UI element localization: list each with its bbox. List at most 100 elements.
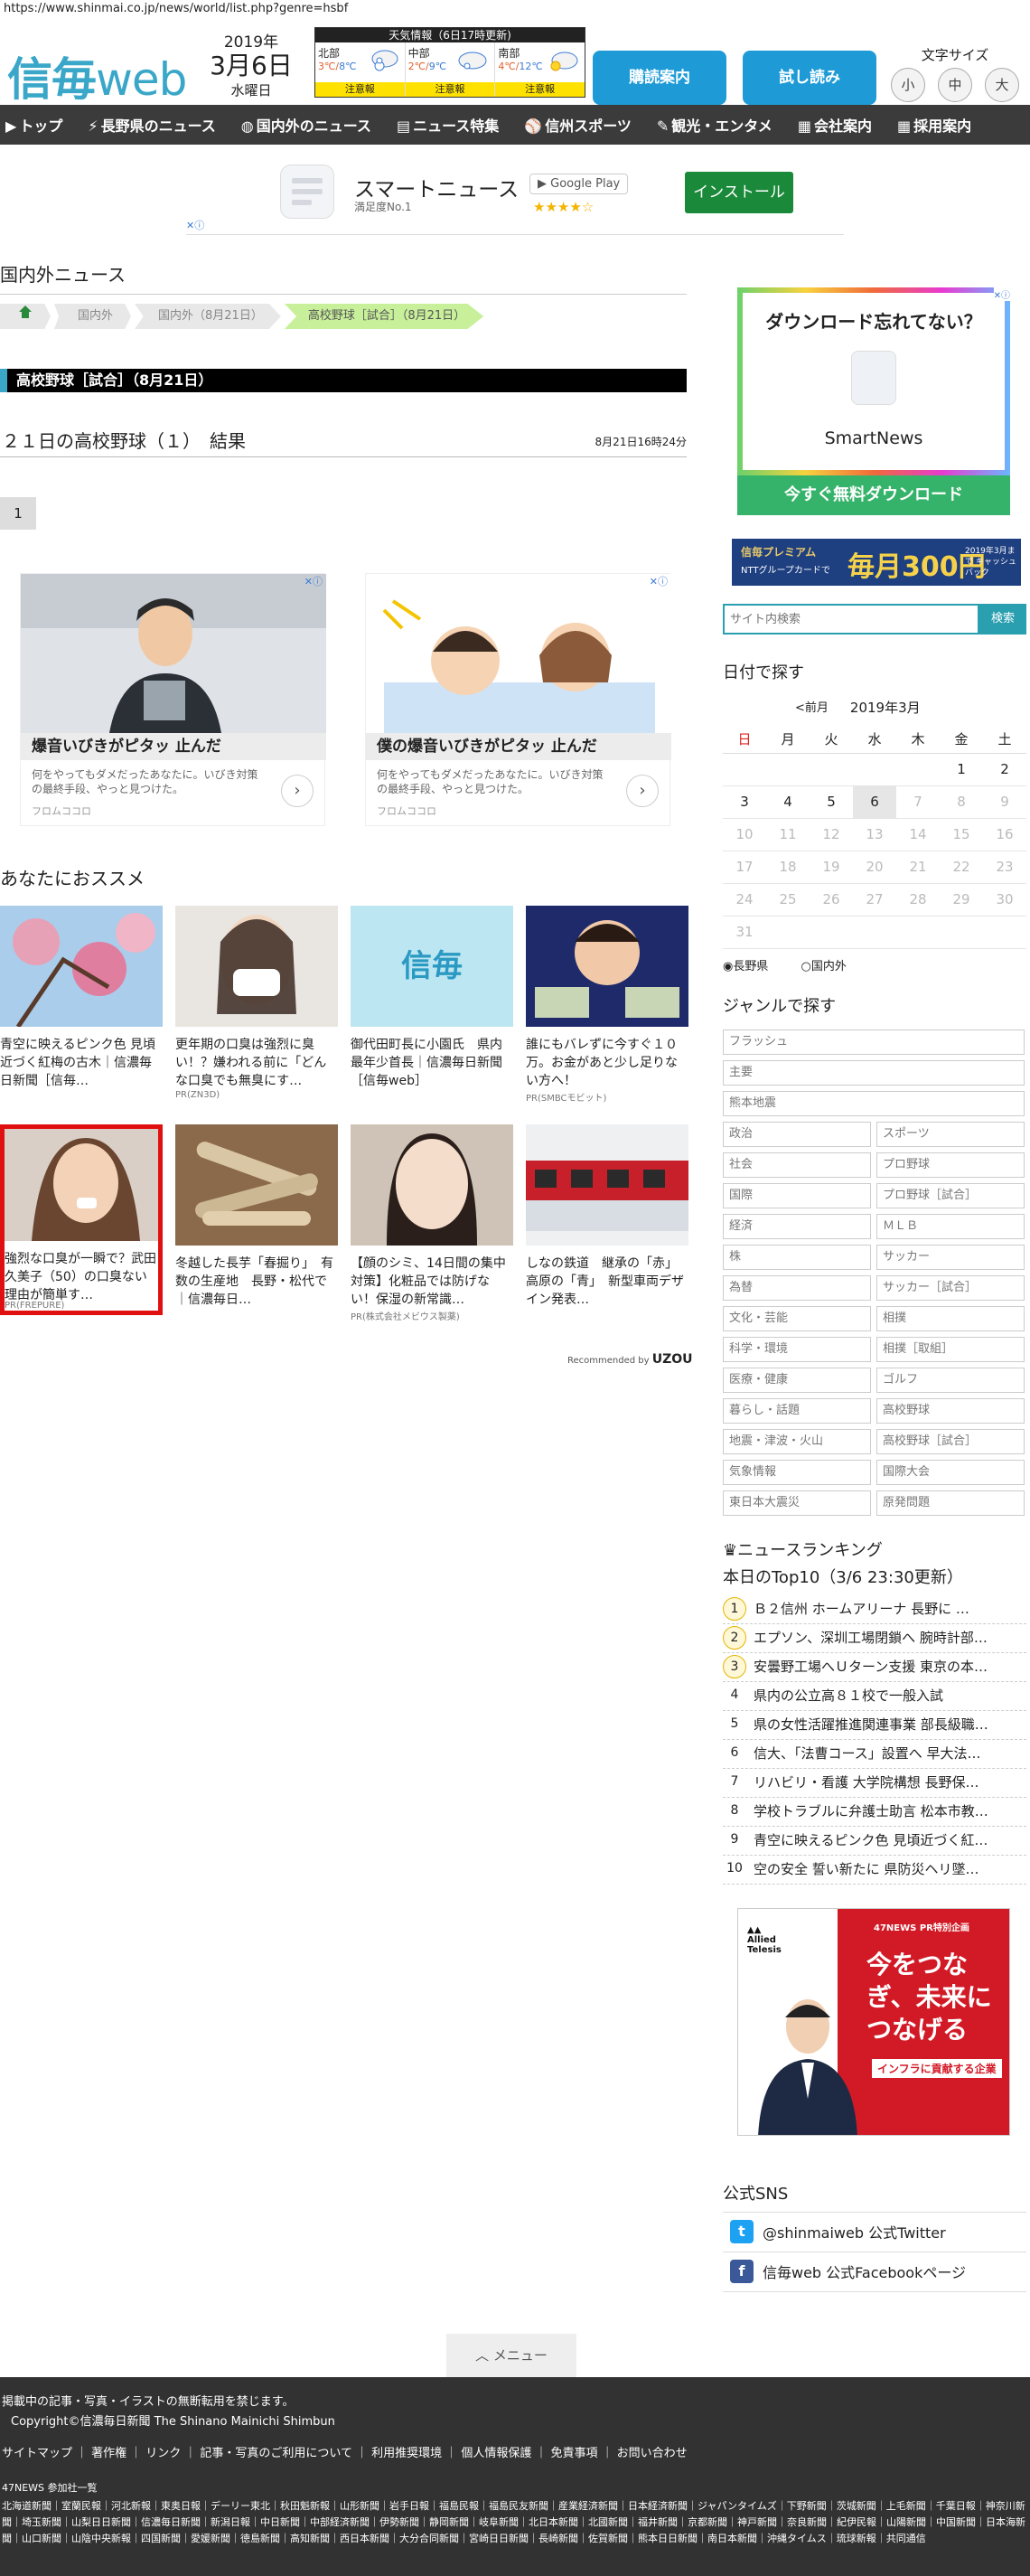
calendar-day[interactable]: 6 <box>853 785 896 819</box>
font-size-large-button[interactable]: 大 <box>985 68 1019 102</box>
genre-link[interactable]: 原発問題 <box>876 1490 1025 1516</box>
nav-world-news[interactable]: ◍ 国内外のニュース <box>241 114 371 136</box>
genre-link[interactable]: サッカー［試合］ <box>876 1274 1025 1301</box>
ranking-item[interactable]: 1 Ｂ２信州 ホームアリーナ 長野に … <box>723 1595 1026 1624</box>
nav-sports[interactable]: ⚾ 信州スポーツ <box>524 114 632 136</box>
native-ad-card[interactable]: 爆音いびきがピタッ 止んだ 何をやってもダメだったあなたに。いびき対策の最終手段… <box>20 573 326 826</box>
ad-title[interactable]: 僕の爆音いびきがピタッ 止んだ <box>366 733 671 760</box>
recommend-item[interactable]: しなの鉄道 継承の「赤」 高原の「青」 新型車両デザイン発表… <box>526 1124 688 1309</box>
top-banner-ad[interactable]: スマートニュース 満足度No.1 ▶ Google Play ★★★★☆ インス… <box>186 152 844 235</box>
rank-headline[interactable]: 学校トラブルに弁護士助言 松本市教… <box>754 1798 988 1826</box>
nav-top[interactable]: ▶ トップ <box>5 114 62 136</box>
subscribe-button[interactable]: 購読案内 <box>593 51 726 105</box>
genre-link[interactable]: 為替 <box>723 1274 871 1301</box>
genre-link[interactable]: 科学・環境 <box>723 1336 871 1362</box>
genre-link[interactable]: プロ野球［試合］ <box>876 1182 1025 1208</box>
calendar-day[interactable]: 2 <box>983 753 1026 786</box>
font-size-medium-button[interactable]: 中 <box>938 68 972 102</box>
chevron-right-icon[interactable]: › <box>626 775 659 807</box>
twitter-link[interactable]: t @shinmaiweb 公式Twitter <box>723 2213 1026 2252</box>
nav-entertainment[interactable]: ✎ 観光・エンタメ <box>657 114 772 136</box>
rank-headline[interactable]: Ｂ２信州 ホームアリーナ 長野に … <box>754 1595 969 1623</box>
genre-link[interactable]: 国際 <box>723 1182 871 1208</box>
genre-link[interactable]: 高校野球［試合］ <box>876 1428 1025 1454</box>
ranking-item[interactable]: 7 リハビリ・看護 大学院構想 長野保… <box>723 1769 1026 1798</box>
recommend-item[interactable]: 信毎 御代田町長に小園氏 県内最年少首長｜信濃毎日新聞［信毎web］ <box>351 906 513 1090</box>
chevron-right-icon[interactable]: › <box>281 775 314 807</box>
nav-recruit[interactable]: ▦ 採用案内 <box>897 114 971 136</box>
recommend-text[interactable]: しなの鉄道 継承の「赤」 高原の「青」 新型車両デザイン発表… <box>526 1255 688 1309</box>
trial-button[interactable]: 試し読み <box>743 51 876 105</box>
nav-features[interactable]: ▤ ニュース特集 <box>397 114 499 136</box>
allied-telesis-ad[interactable]: ▲▲ Allied Telesis 47NEWS PR特別企画 今をつなぎ、未来に… <box>737 1907 1010 2136</box>
genre-link[interactable]: 政治 <box>723 1121 871 1147</box>
radio-nagano[interactable]: ◉長野県 <box>723 960 782 973</box>
newspaper-list[interactable]: 北海道新聞｜室蘭民報｜河北新報｜東奥日報｜デーリー東北｜秋田魁新報｜山形新聞｜岩… <box>0 2498 1030 2547</box>
ranking-item[interactable]: 3 安曇野工場へＵターン支援 東京の本… <box>723 1653 1026 1682</box>
footer-link[interactable]: サイトマップ ｜ <box>2 2447 88 2460</box>
recommend-item[interactable]: 【顔のシミ、14日間の集中対策】化粧品では防げない！保湿の新常識… PR(株式会… <box>351 1124 513 1322</box>
recommend-item-highlighted[interactable]: 強烈な口臭が一瞬で？武田久美子（50）の口臭ない理由が簡単す… PR(FREPU… <box>0 1124 163 1315</box>
ranking-item[interactable]: 2 エプソン、深圳工場閉鎖へ 腕時計部… <box>723 1624 1026 1653</box>
ranking-item[interactable]: 8 学校トラブルに弁護士助言 松本市教… <box>723 1798 1026 1827</box>
weather-widget[interactable]: 天気情報（6日17時更新) 北部 3℃/8℃ 注意報 中部 2℃/9℃ 注意報 … <box>314 27 585 98</box>
nav-company[interactable]: ▦ 会社案内 <box>798 114 872 136</box>
calendar-day[interactable]: 5 <box>810 785 853 819</box>
rank-headline[interactable]: 県の女性活躍推進関連事業 部長級職… <box>754 1711 988 1739</box>
premium-banner-ad[interactable]: 信毎プレミアム NTTグループカードで 毎月300円 2019年3月まで キャッ… <box>732 539 1021 586</box>
ranking-item[interactable]: 6 信大、「法曹コース」設置へ 早大法… <box>723 1740 1026 1769</box>
breadcrumb-item[interactable]: 国内外（8月21日） <box>135 304 281 329</box>
rank-headline[interactable]: エプソン、深圳工場閉鎖へ 腕時計部… <box>754 1624 988 1652</box>
native-ad-card[interactable]: 僕の爆音いびきがピタッ 止んだ 何をやってもダメだったあなたに。いびき対策の最終… <box>365 573 671 826</box>
genre-link[interactable]: プロ野球 <box>876 1152 1025 1178</box>
recommend-item[interactable]: 冬越した長芋「春掘り」 有数の生産地 長野・松代で｜信濃毎日… <box>175 1124 338 1309</box>
footer-link[interactable]: 免責事項 ｜ <box>550 2447 613 2460</box>
genre-link[interactable]: 気象情報 <box>723 1459 871 1485</box>
ranking-item[interactable]: 5 県の女性活躍推進関連事業 部長級職… <box>723 1711 1026 1740</box>
article-title[interactable]: ２１日の高校野球（１） 結果 <box>2 427 246 453</box>
genre-link[interactable]: ＭＬＢ <box>876 1213 1025 1239</box>
recommend-text[interactable]: 冬越した長芋「春掘り」 有数の生産地 長野・松代で｜信濃毎日… <box>175 1255 338 1309</box>
recommend-text[interactable]: 青空に映えるピンク色 見頃近づく紅梅の古木｜信濃毎日新聞［信毎… <box>0 1036 163 1090</box>
search-input[interactable] <box>723 604 979 635</box>
genre-link[interactable]: ゴルフ <box>876 1367 1025 1393</box>
genre-link[interactable]: 主要 <box>723 1059 1025 1086</box>
recommend-text[interactable]: 【顔のシミ、14日間の集中対策】化粧品では防げない！保湿の新常識… <box>351 1255 513 1309</box>
genre-link[interactable]: 文化・芸能 <box>723 1305 871 1331</box>
genre-link[interactable]: 東日本大震災 <box>723 1490 871 1516</box>
font-size-small-button[interactable]: 小 <box>891 68 925 102</box>
genre-link[interactable]: 高校野球 <box>876 1397 1025 1424</box>
recommend-item[interactable]: 誰にもバレずに今すぐ１０万。お金があと少し足りない方へ！ PR(SMBCモビット… <box>526 906 688 1104</box>
footer-link[interactable]: 個人情報保護 ｜ <box>461 2447 547 2460</box>
footer-link[interactable]: 記事・写真のご利用について ｜ <box>200 2447 368 2460</box>
search-button[interactable]: 検索 <box>979 604 1026 635</box>
install-button[interactable]: インストール <box>685 172 793 213</box>
rank-headline[interactable]: 県内の公立高８１校で一般入試 <box>754 1682 943 1710</box>
breadcrumb-item[interactable]: 国内外 <box>54 304 132 329</box>
recommend-text[interactable]: 誰にもバレずに今すぐ１０万。お金があと少し足りない方へ！ <box>526 1036 688 1090</box>
ranking-item[interactable]: 4 県内の公立高８１校で一般入試 <box>723 1682 1026 1711</box>
radio-world[interactable]: ○国内外 <box>801 960 861 973</box>
recommend-text[interactable]: 御代田町長に小園氏 県内最年少首長｜信濃毎日新聞［信毎web］ <box>351 1036 513 1090</box>
smartnews-side-ad[interactable]: ダウンロード忘れてない？ SmartNews 今すぐ無料ダウンロード ✕ⓘ <box>737 287 1010 515</box>
calendar-day[interactable]: 4 <box>766 785 810 819</box>
adchoices-icon[interactable]: ✕ⓘ <box>186 218 204 232</box>
genre-link[interactable]: 国際大会 <box>876 1459 1025 1485</box>
footer-link[interactable]: 利用推奨環境 ｜ <box>371 2447 457 2460</box>
rank-headline[interactable]: 安曇野工場へＵターン支援 東京の本… <box>754 1653 988 1681</box>
recommend-text[interactable]: 強烈な口臭が一瞬で？武田久美子（50）の口臭ない理由が簡単す… <box>5 1250 158 1301</box>
rank-headline[interactable]: リハビリ・看護 大学院構想 長野保… <box>754 1769 979 1797</box>
ranking-item[interactable]: 10 空の安全 誓い新たに 県防災ヘリ墜… <box>723 1856 1026 1885</box>
rank-headline[interactable]: 青空に映えるピンク色 見頃近づく紅… <box>754 1827 988 1855</box>
calendar-day[interactable]: 3 <box>723 785 766 819</box>
genre-link[interactable]: 経済 <box>723 1213 871 1239</box>
genre-link[interactable]: 相撲［取組］ <box>876 1336 1025 1362</box>
ranking-item[interactable]: 9 青空に映えるピンク色 見頃近づく紅… <box>723 1827 1026 1856</box>
recommend-item[interactable]: 青空に映えるピンク色 見頃近づく紅梅の古木｜信濃毎日新聞［信毎… <box>0 906 163 1090</box>
article-row[interactable]: ２１日の高校野球（１） 結果 8月21日16時24分 <box>0 427 687 457</box>
adchoices-icon[interactable]: ✕ⓘ <box>993 287 1010 301</box>
genre-link[interactable]: フラッシュ <box>723 1029 1025 1055</box>
genre-link[interactable]: 相撲 <box>876 1305 1025 1331</box>
genre-link[interactable]: スポーツ <box>876 1121 1025 1147</box>
recommend-text[interactable]: 更年期の口臭は強烈に臭い！？嫌われる前に「どんな口臭でも無臭にす… <box>175 1036 338 1090</box>
